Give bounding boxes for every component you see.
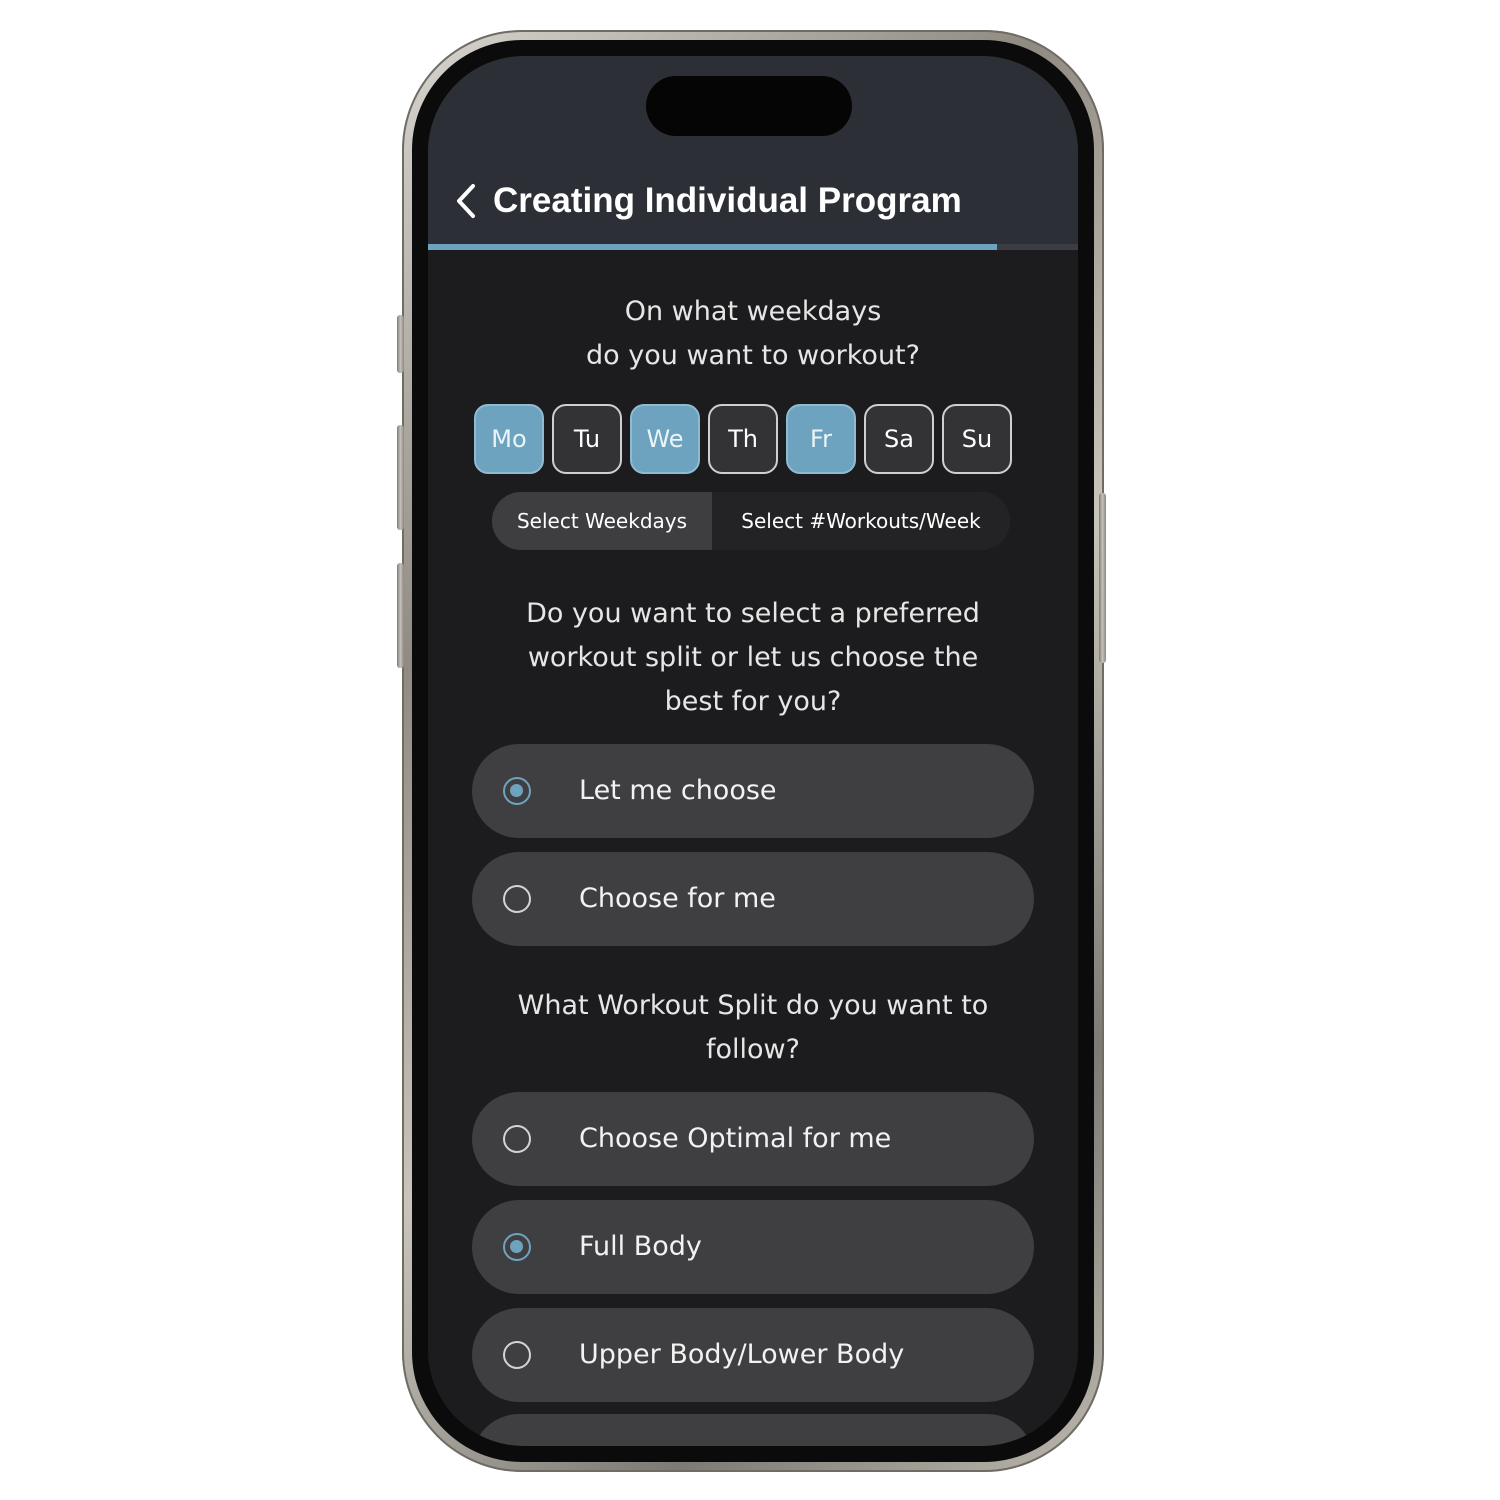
- option-label: Let me choose: [579, 775, 777, 806]
- select-weekdays-tab[interactable]: Select Weekdays: [492, 492, 712, 550]
- day-button-tu[interactable]: Tu: [552, 404, 622, 474]
- weekdays-question-line: do you want to workout?: [586, 340, 920, 371]
- day-button-su[interactable]: Su: [942, 404, 1012, 474]
- weekday-mode-toggle: Select Weekdays Select #Workouts/Week: [492, 492, 1010, 550]
- progress-bar-fill: [428, 244, 997, 250]
- radio-button[interactable]: [503, 777, 531, 805]
- weekdays-question-line: On what weekdays: [624, 296, 882, 327]
- radio-button[interactable]: [503, 885, 531, 913]
- weekdays-question: On what weekdays do you want to workout?: [468, 290, 1038, 378]
- split-preference-question-line: Do you want to select a preferred: [526, 598, 980, 629]
- radio-button[interactable]: [503, 1233, 531, 1261]
- option-let-me-choose[interactable]: Let me choose: [472, 744, 1034, 838]
- option-label: Choose Optimal for me: [579, 1123, 892, 1154]
- day-button-sa[interactable]: Sa: [864, 404, 934, 474]
- volume-down-button: [397, 563, 404, 668]
- option-next-partial[interactable]: [472, 1414, 1034, 1446]
- volume-up-button: [397, 425, 404, 530]
- radio-button[interactable]: [503, 1125, 531, 1153]
- option-choose-optimal[interactable]: Choose Optimal for me: [472, 1092, 1034, 1186]
- power-button: [1099, 493, 1106, 663]
- option-choose-for-me[interactable]: Choose for me: [472, 852, 1034, 946]
- option-label: Choose for me: [579, 883, 776, 914]
- split-preference-question-line: best for you?: [664, 686, 842, 717]
- back-button[interactable]: [446, 176, 486, 226]
- select-workouts-per-week-tab[interactable]: Select #Workouts/Week: [712, 492, 1010, 550]
- day-button-we[interactable]: We: [630, 404, 700, 474]
- action-button: [397, 315, 404, 373]
- workout-split-question-line: What Workout Split do you want to: [517, 990, 989, 1021]
- option-upper-lower[interactable]: Upper Body/Lower Body: [472, 1308, 1034, 1402]
- progress-bar: [428, 244, 1078, 250]
- option-label: Full Body: [579, 1231, 702, 1262]
- day-button-th[interactable]: Th: [708, 404, 778, 474]
- dynamic-island: [646, 76, 852, 136]
- weekday-selector: Mo Tu We Th Fr Sa Su: [474, 404, 1034, 478]
- day-button-mo[interactable]: Mo: [474, 404, 544, 474]
- option-full-body[interactable]: Full Body: [472, 1200, 1034, 1294]
- page-title: Creating Individual Program: [493, 181, 962, 220]
- day-button-fr[interactable]: Fr: [786, 404, 856, 474]
- header-bar: Creating Individual Program: [428, 56, 1078, 248]
- radio-button[interactable]: [503, 1341, 531, 1369]
- split-preference-question-line: workout split or let us choose the: [527, 642, 979, 673]
- workout-split-question: What Workout Split do you want to follow…: [468, 984, 1038, 1072]
- chevron-left-icon: [457, 184, 475, 218]
- option-label: Upper Body/Lower Body: [579, 1339, 905, 1370]
- app-screen: Creating Individual Program On what week…: [428, 56, 1078, 1446]
- split-preference-question: Do you want to select a preferred workou…: [468, 592, 1038, 724]
- workout-split-question-line: follow?: [706, 1034, 800, 1065]
